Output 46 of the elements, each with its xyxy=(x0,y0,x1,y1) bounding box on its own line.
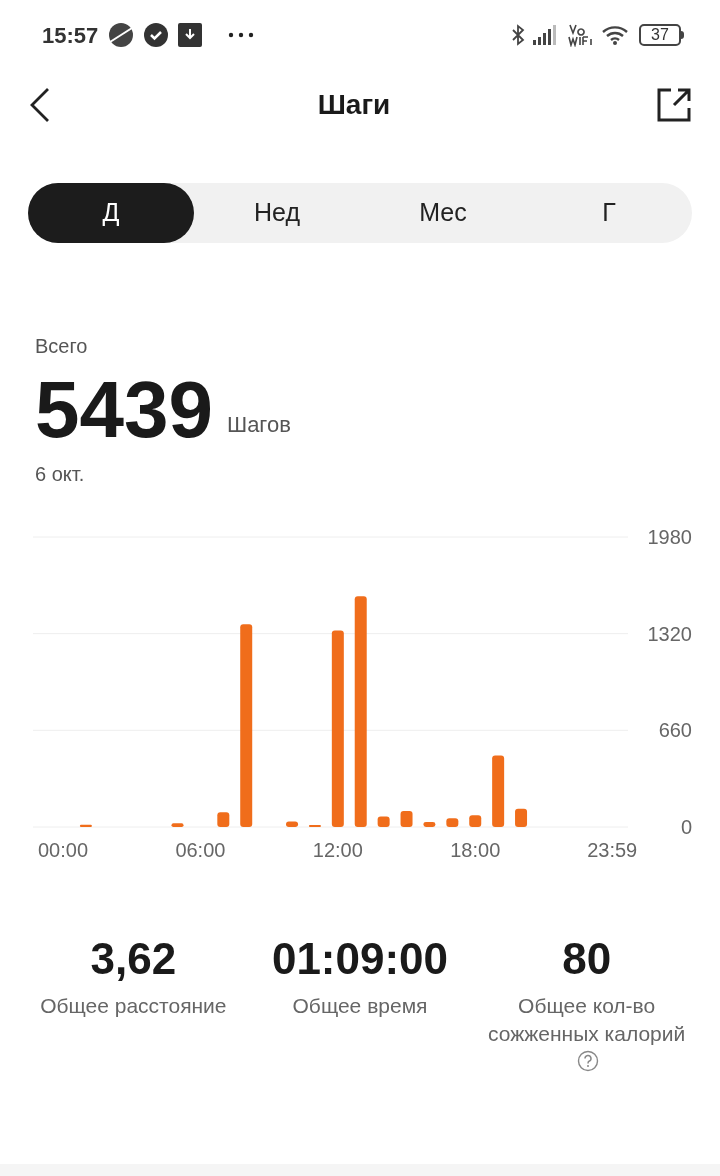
chart-bar xyxy=(469,815,482,827)
y-tick-label: 0 xyxy=(680,816,692,838)
period-tab[interactable]: Нед xyxy=(194,183,360,243)
battery-icon: 37 xyxy=(639,24,684,46)
chart-bar xyxy=(79,824,92,827)
chart-bar xyxy=(377,816,390,827)
vowifi-icon xyxy=(567,23,593,47)
chart-bar xyxy=(423,822,436,827)
period-tab[interactable]: Д xyxy=(28,183,194,243)
total-label: Всего xyxy=(35,334,89,359)
chart-bar xyxy=(492,755,505,827)
signal-icon xyxy=(533,25,559,45)
period-tab[interactable]: Г xyxy=(526,183,692,243)
back-icon[interactable] xyxy=(28,87,52,123)
x-tick-label: 23:59 xyxy=(587,839,638,861)
x-tick-label: 00:00 xyxy=(37,839,89,861)
stat-value: 01:09:00 xyxy=(271,934,449,984)
stat-value: 3,62 xyxy=(90,934,177,984)
y-tick-label: 660 xyxy=(658,719,692,742)
chart-bar xyxy=(217,812,230,827)
check-icon xyxy=(144,23,169,47)
chart-bar xyxy=(515,808,528,827)
date-label: 6 окт. xyxy=(35,462,86,487)
status-time: 15:57 xyxy=(42,21,99,50)
x-tick-label: 12:00 xyxy=(312,839,363,861)
steps-unit: Шагов xyxy=(226,411,291,439)
page-title: Шаги xyxy=(317,88,391,122)
total-steps: 5439 xyxy=(35,367,213,453)
stat-value: 80 xyxy=(562,934,612,984)
chart-bar xyxy=(446,818,459,827)
chart-bar xyxy=(286,821,298,827)
stat-label: Общее расстояние xyxy=(40,994,227,1017)
help-icon[interactable] xyxy=(576,1050,599,1072)
stat-label: Общее кол-во сожженных калорий xyxy=(488,994,686,1045)
period-tab[interactable]: Мес xyxy=(360,183,526,243)
y-tick-label: 1320 xyxy=(647,622,692,645)
stat-label: Общее время xyxy=(292,994,428,1017)
chart-bar xyxy=(171,823,184,827)
x-tick-label: 18:00 xyxy=(450,839,501,861)
more-icon xyxy=(228,32,255,38)
x-tick-label: 06:00 xyxy=(175,839,226,861)
share-icon[interactable] xyxy=(656,87,692,123)
y-tick-label: 1980 xyxy=(647,526,692,548)
download-icon xyxy=(178,23,203,47)
chart-bar xyxy=(400,810,413,827)
bluetooth-icon xyxy=(511,24,525,46)
